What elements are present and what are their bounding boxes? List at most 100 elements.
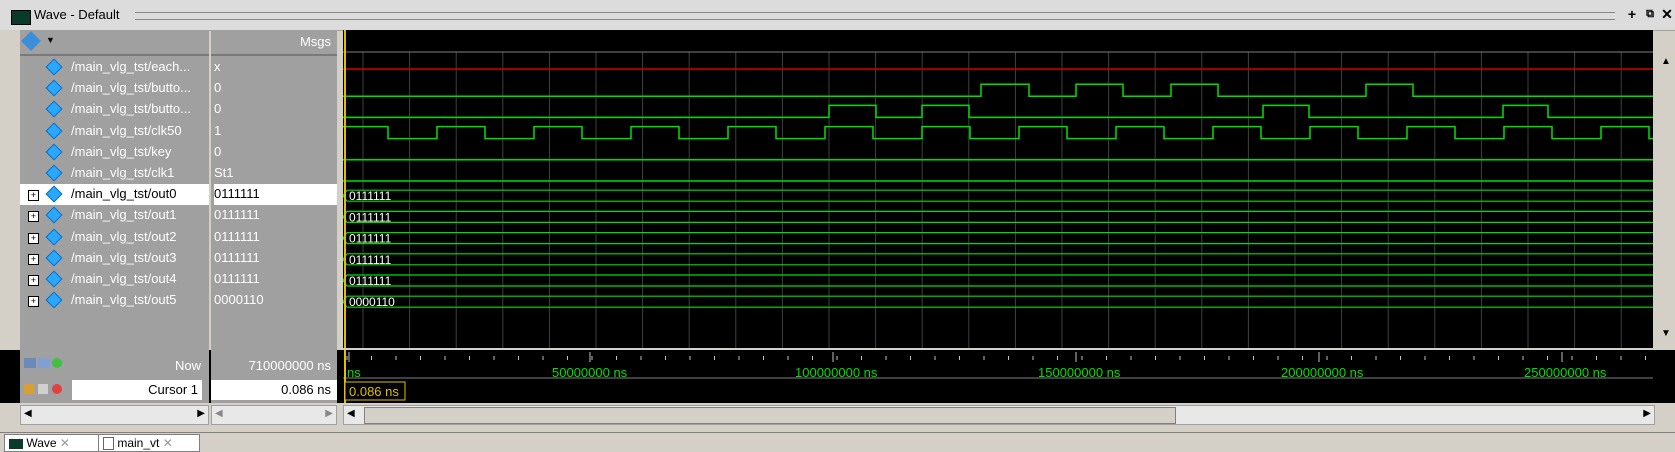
signal-icon — [45, 249, 63, 267]
undock-icon[interactable]: ⧉ — [1643, 7, 1657, 21]
signal-name: /main_vlg_tst/butto... — [71, 80, 191, 95]
signal-row[interactable]: /main_vlg_tst/butto... — [20, 78, 209, 99]
bottom-tab-bar: Wave ✕ main_vt ✕ — [0, 432, 1675, 452]
close-icon[interactable]: ✕ — [163, 436, 173, 450]
signal-value[interactable]: 0111111 — [214, 205, 260, 226]
scroll-right-icon[interactable]: ▶ — [197, 408, 205, 419]
signal-value[interactable]: 0111111 — [214, 184, 337, 205]
window-title: Wave - Default — [34, 7, 120, 22]
bus-value-label: 0111111 — [349, 253, 392, 267]
signal-row[interactable]: + /main_vlg_tst/out0 — [20, 184, 209, 205]
insert-cursor-icon[interactable] — [24, 358, 36, 368]
cursor-1-value-cell[interactable]: 0.086 ns — [211, 380, 337, 400]
add-cursor-icon[interactable] — [52, 358, 62, 368]
tab-wave[interactable]: Wave ✕ — [4, 434, 100, 452]
signal-icon — [45, 206, 63, 224]
signal-value[interactable]: St1 — [214, 163, 234, 184]
delete-cursor-icon[interactable] — [52, 384, 62, 394]
bus-trace — [343, 253, 1653, 266]
signal-name-header: ▼ — [20, 30, 209, 56]
signal-icon — [45, 122, 63, 140]
close-icon[interactable]: ✕ — [60, 436, 70, 450]
scroll-right-icon[interactable]: ▶ — [1643, 408, 1651, 419]
bus-trace — [343, 189, 1653, 202]
cursor-values-pane: 710000000 ns 0.086 ns — [211, 350, 337, 403]
scroll-left-icon[interactable]: ◀ — [215, 408, 223, 419]
now-label: Now — [174, 358, 201, 373]
signal-trace — [343, 83, 1653, 97]
waveform-area[interactable]: 0111111 0111111 0111111 0111111 0111111 00001… — [343, 30, 1653, 348]
signal-row[interactable]: + /main_vlg_tst/out4 — [20, 269, 209, 290]
pen-cursor-icon[interactable] — [38, 384, 48, 394]
signal-name: /main_vlg_tst/key — [71, 144, 172, 159]
signal-value[interactable]: 0111111 — [214, 269, 260, 290]
scroll-down-icon[interactable]: ▼ — [1661, 328, 1671, 339]
signal-row[interactable]: + /main_vlg_tst/out5 — [20, 290, 209, 311]
wave-hscrollbar[interactable]: ◀ ▶ — [343, 405, 1655, 425]
wave-hscroll-thumb[interactable] — [364, 407, 1176, 424]
signal-name: /main_vlg_tst/clk50 — [71, 123, 182, 138]
signal-icon — [45, 185, 63, 203]
edit-cursor-icon[interactable] — [38, 358, 50, 368]
signal-name: /main_vlg_tst/each... — [71, 59, 191, 74]
wave-window-titlebar: Wave - Default + ⧉ ✕ — [0, 0, 1675, 31]
signal-row[interactable]: /main_vlg_tst/clk50 — [20, 121, 209, 142]
signal-row[interactable]: /main_vlg_tst/each... — [20, 57, 209, 78]
scroll-left-icon[interactable]: ◀ — [347, 408, 355, 419]
signal-value[interactable]: 0111111 — [214, 227, 260, 248]
cursor-1-value: 0.086 ns — [281, 382, 331, 397]
wave-icon — [9, 438, 23, 449]
signal-name: /main_vlg_tst/out3 — [71, 250, 177, 265]
bus-value-label: 0111111 — [349, 189, 392, 203]
signal-row[interactable]: + /main_vlg_tst/out3 — [20, 248, 209, 269]
signal-value[interactable]: x — [214, 57, 221, 78]
expand-icon[interactable]: + — [28, 211, 39, 222]
left-gutter — [0, 30, 20, 350]
scroll-right-icon[interactable]: ▶ — [325, 408, 333, 419]
close-icon[interactable]: ✕ — [1660, 7, 1674, 21]
lock-cursor-icon[interactable] — [24, 384, 34, 394]
signal-name: /main_vlg_tst/out0 — [71, 186, 177, 201]
name-pane-hscrollbar[interactable]: ◀ ▶ — [20, 405, 209, 425]
signal-value[interactable]: 0 — [214, 99, 221, 120]
scroll-left-icon[interactable]: ◀ — [24, 408, 32, 419]
waveform-canvas[interactable]: 0111111 0111111 0111111 0111111 0111111 00001… — [343, 30, 1653, 348]
expand-icon[interactable]: + — [28, 296, 39, 307]
expand-icon[interactable]: + — [28, 233, 39, 244]
expand-icon[interactable]: + — [28, 275, 39, 286]
signal-row[interactable]: /main_vlg_tst/clk1 — [20, 163, 209, 184]
signal-name: /main_vlg_tst/out5 — [71, 292, 177, 307]
vertical-scrollbar[interactable]: ▲ ▼ — [1657, 56, 1675, 346]
signal-filter-icon[interactable] — [21, 31, 41, 51]
signal-icon — [45, 58, 63, 76]
signal-row[interactable]: + /main_vlg_tst/out1 — [20, 205, 209, 226]
signal-trace — [343, 125, 1653, 140]
signal-value[interactable]: 0 — [214, 78, 221, 99]
signal-icon — [45, 100, 63, 118]
expand-icon[interactable]: + — [28, 254, 39, 265]
expand-icon[interactable]: + — [28, 190, 39, 201]
signal-icon — [45, 291, 63, 309]
scroll-up-icon[interactable]: ▲ — [1661, 56, 1671, 67]
add-icon[interactable]: + — [1625, 7, 1639, 21]
signal-name: /main_vlg_tst/out2 — [71, 229, 177, 244]
signal-name: /main_vlg_tst/out1 — [71, 207, 177, 222]
cursor-1-name-cell[interactable]: Cursor 1 — [72, 380, 202, 400]
signal-row[interactable]: + /main_vlg_tst/out2 — [20, 227, 209, 248]
cursor-marker-label: 0.086 ns — [349, 384, 399, 399]
signal-value[interactable]: 0000110 — [214, 290, 264, 311]
signal-row[interactable]: /main_vlg_tst/key — [20, 142, 209, 163]
signal-value[interactable]: 1 — [214, 121, 221, 142]
signal-icon — [45, 164, 63, 182]
signal-value[interactable]: 0111111 — [214, 248, 260, 269]
signal-name: /main_vlg_tst/clk1 — [71, 165, 175, 180]
bus-value-label: 0111111 — [349, 274, 392, 288]
dropdown-arrow-icon[interactable]: ▼ — [46, 35, 55, 45]
bus-trace — [343, 274, 1653, 287]
signal-value[interactable]: 0 — [214, 142, 221, 163]
signal-name: /main_vlg_tst/out4 — [71, 271, 177, 286]
signal-row[interactable]: /main_vlg_tst/butto... — [20, 99, 209, 120]
tab-main-vt[interactable]: main_vt ✕ — [98, 434, 200, 452]
value-pane-hscrollbar[interactable]: ◀ ▶ — [211, 405, 337, 425]
titlebar-grip[interactable] — [135, 12, 1615, 20]
